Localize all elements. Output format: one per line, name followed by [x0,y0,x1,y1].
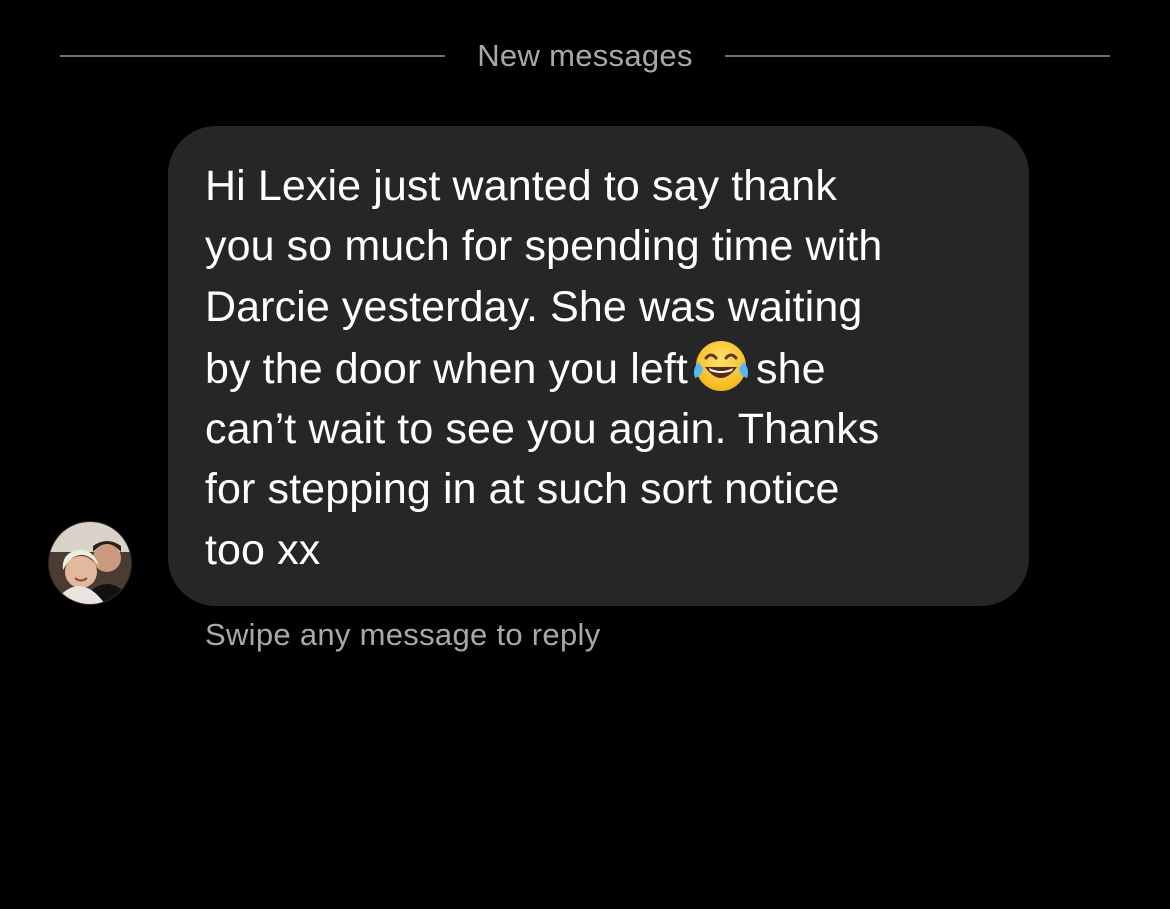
face-with-tears-of-joy-icon [692,337,750,395]
message-line: by the door when you left [205,344,688,393]
message-line: Hi Lexie just wanted to say thank [205,162,837,210]
divider-line-left [60,55,446,57]
message-line: for stepping in at such sort notice [205,465,840,514]
new-messages-label: New messages [477,38,693,73]
sender-avatar[interactable] [49,522,131,604]
swipe-to-reply-hint: Swipe any message to reply [205,617,601,652]
new-messages-divider: New messages [60,34,1111,78]
message-text: Hi Lexie just wanted to say thank you so … [205,156,989,580]
message-line: Darcie yesterday. She was waiting [205,282,863,331]
message-line: you so much for spending time with [205,222,883,271]
divider-line-right [724,55,1111,57]
message-line: she [755,344,826,393]
message-line: can’t wait to see you again. Thanks [205,405,880,454]
message-line: too xx [205,525,321,574]
message-bubble[interactable]: Hi Lexie just wanted to say thank you so … [168,126,1029,606]
